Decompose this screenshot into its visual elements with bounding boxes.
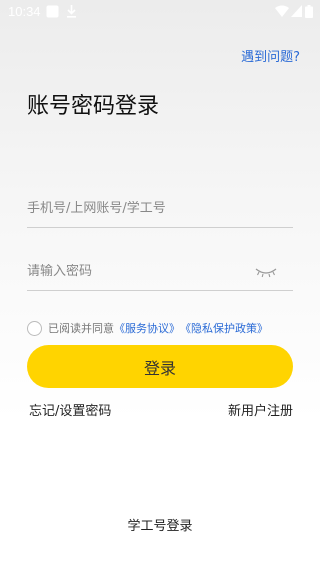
password-field — [27, 260, 293, 291]
status-bar: 10:34 — [0, 0, 320, 24]
battery-icon — [305, 5, 313, 22]
service-agreement-link[interactable]: 《服务协议》 — [114, 320, 180, 336]
agreement-row: 已阅读并同意 《服务协议》 《隐私保护政策》 — [27, 320, 268, 336]
account-field — [27, 197, 293, 228]
password-input[interactable] — [27, 264, 247, 279]
agreement-checkbox[interactable] — [27, 320, 42, 336]
forgot-password-link[interactable]: 忘记/设置密码 — [29, 400, 111, 419]
image-icon — [46, 5, 59, 22]
download-icon — [66, 5, 77, 22]
account-input[interactable] — [27, 201, 247, 216]
page-title: 账号密码登录 — [27, 94, 160, 119]
signal-icon — [291, 5, 302, 21]
login-button[interactable]: 登录 — [27, 345, 293, 388]
status-time: 10:34 — [8, 4, 41, 19]
register-link[interactable]: 新用户注册 — [228, 400, 293, 419]
eye-closed-icon[interactable] — [255, 264, 277, 283]
help-link[interactable]: 遇到问题? — [241, 46, 300, 65]
agreement-text: 已阅读并同意 — [48, 322, 114, 335]
wifi-icon — [275, 5, 289, 21]
student-id-login-link[interactable]: 学工号登录 — [0, 515, 320, 534]
privacy-policy-link[interactable]: 《隐私保护政策》 — [180, 320, 268, 336]
